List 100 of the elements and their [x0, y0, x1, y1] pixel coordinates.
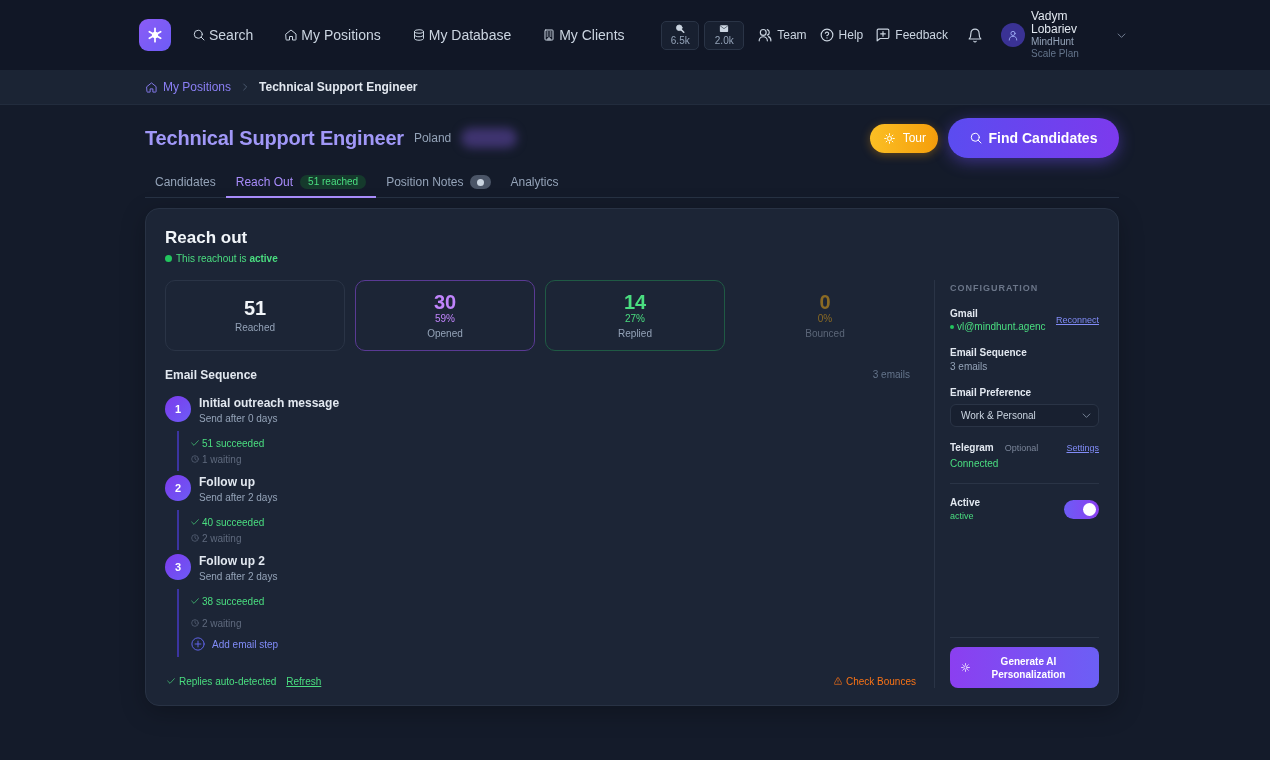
waiting-count: 2 waiting: [202, 532, 242, 544]
email-count: 3 emails: [872, 369, 910, 380]
redacted-badge: [461, 128, 518, 148]
counter-value: 6.5k: [670, 35, 690, 46]
home-icon: [285, 29, 298, 41]
chevron-down-icon: [1082, 411, 1091, 420]
search-icon: [193, 29, 205, 41]
waiting-count: 2 waiting: [202, 617, 242, 629]
chevron-down-icon[interactable]: [1117, 30, 1126, 40]
config-label: Telegram: [950, 441, 994, 454]
message-plus-icon: [876, 28, 891, 42]
succeeded-count: 40 succeeded: [202, 516, 265, 528]
stat-label: Bounced: [805, 326, 845, 341]
position-title: Technical Support Engineer: [145, 126, 404, 150]
step-title: Initial outreach message: [199, 396, 340, 411]
config-label: Active: [950, 496, 980, 509]
avatar-icon[interactable]: [1001, 23, 1025, 47]
config-label: Gmail: [950, 307, 979, 320]
warning-icon: [833, 677, 842, 685]
count-badge: 51 reached: [300, 175, 367, 189]
settings-link[interactable]: Settings: [1066, 442, 1099, 453]
stat-percent: 59%: [435, 312, 455, 325]
nav-link[interactable]: My Clients: [543, 27, 625, 43]
clock-icon: [191, 455, 199, 463]
stat-value: 30: [433, 290, 457, 313]
top-link[interactable]: Feedback: [876, 28, 948, 42]
status-text: This reachout is active: [176, 252, 278, 264]
stat-value: 51: [243, 296, 267, 319]
auto-detect-note: Replies auto-detected: [179, 675, 277, 687]
tab[interactable]: Position Notes: [376, 168, 501, 198]
card-title: Reach out: [165, 228, 249, 248]
plan-name: Scale Plan: [1031, 48, 1080, 60]
find-candidates-button[interactable]: Find Candidates: [948, 118, 1119, 158]
counter-value: 2.0k: [714, 35, 734, 46]
reconnect-link[interactable]: Reconnect: [1055, 315, 1099, 325]
tab[interactable]: Reach Out 51 reached: [225, 168, 377, 198]
sun-icon: [961, 663, 970, 672]
add-email-step-link[interactable]: Add email step: [191, 636, 279, 652]
bell-icon[interactable]: [968, 27, 982, 43]
step-number: 3: [165, 554, 191, 580]
nav-link[interactable]: My Positions: [285, 27, 381, 43]
config-value: 3 emails: [950, 360, 989, 373]
stat-percent: 27%: [625, 312, 645, 325]
succeeded-count: 51 succeeded: [202, 437, 265, 449]
stat-percent: 0%: [817, 312, 833, 325]
active-toggle[interactable]: [1064, 499, 1099, 519]
step-title: Follow up 2: [199, 554, 266, 569]
logo-icon[interactable]: [139, 19, 171, 51]
step-delay: Send after 0 days: [199, 412, 279, 425]
check-bounces-link[interactable]: Check Bounces: [833, 675, 916, 687]
sun-icon: [883, 132, 895, 144]
tab[interactable]: Analytics: [500, 168, 569, 198]
gmail-account: vl@mindhunt.agenc: [957, 321, 1046, 332]
home-icon: [146, 81, 157, 93]
config-heading: CONFIGURATION: [950, 282, 1040, 294]
envelope-icon: [719, 24, 730, 33]
magnifier-icon: [675, 24, 686, 33]
building-icon: [543, 29, 556, 41]
stat-value: 0: [819, 290, 831, 313]
step-delay: Send after 2 days: [199, 570, 278, 583]
database-icon: [412, 29, 425, 41]
breadcrumb-link[interactable]: My Positions: [163, 80, 232, 94]
clock-icon: [191, 619, 199, 627]
step-delay: Send after 2 days: [199, 491, 278, 504]
step-number: 2: [165, 475, 191, 501]
company-name: MindHunt: [1031, 36, 1075, 48]
check-icon: [191, 597, 199, 605]
breadcrumb-current: Technical Support Engineer: [259, 80, 418, 94]
section-title: Email Sequence: [165, 367, 258, 382]
step-title: Follow up: [199, 475, 256, 490]
plus-circle-icon: [191, 637, 205, 651]
stat-label: Replied: [618, 326, 652, 341]
telegram-status: Connected: [950, 457, 1000, 470]
refresh-link[interactable]: Refresh: [286, 675, 322, 687]
stat-label: Opened: [427, 326, 463, 341]
check-icon: [191, 518, 199, 526]
clock-icon: [191, 534, 199, 542]
help-icon: [819, 28, 834, 42]
waiting-count: 1 waiting: [202, 453, 242, 465]
top-link[interactable]: Team: [758, 28, 807, 42]
stat-label: Reached: [235, 320, 275, 335]
tab[interactable]: Candidates: [145, 168, 226, 198]
user-name: Vadym Lobariev: [1031, 10, 1079, 36]
users-icon: [758, 28, 773, 42]
check-icon: [167, 677, 175, 685]
succeeded-count: 38 succeeded: [202, 595, 265, 607]
generate-ai-button[interactable]: Generate AI Personalization: [950, 647, 1099, 688]
nav-link[interactable]: Search: [193, 27, 254, 43]
check-icon: [191, 439, 199, 447]
active-status: active: [950, 510, 975, 522]
chevron-right-icon: [241, 83, 250, 91]
search-icon: [969, 132, 982, 144]
config-label: Email Preference: [950, 386, 1033, 399]
top-link[interactable]: Help: [819, 28, 864, 42]
optional-hint: Optional: [1004, 442, 1039, 453]
config-label: Email Sequence: [950, 346, 1028, 359]
stat-value: 14: [623, 290, 647, 313]
step-number: 1: [165, 396, 191, 422]
nav-link[interactable]: My Database: [412, 27, 512, 43]
preference-select[interactable]: Work & Personal: [950, 404, 1099, 427]
